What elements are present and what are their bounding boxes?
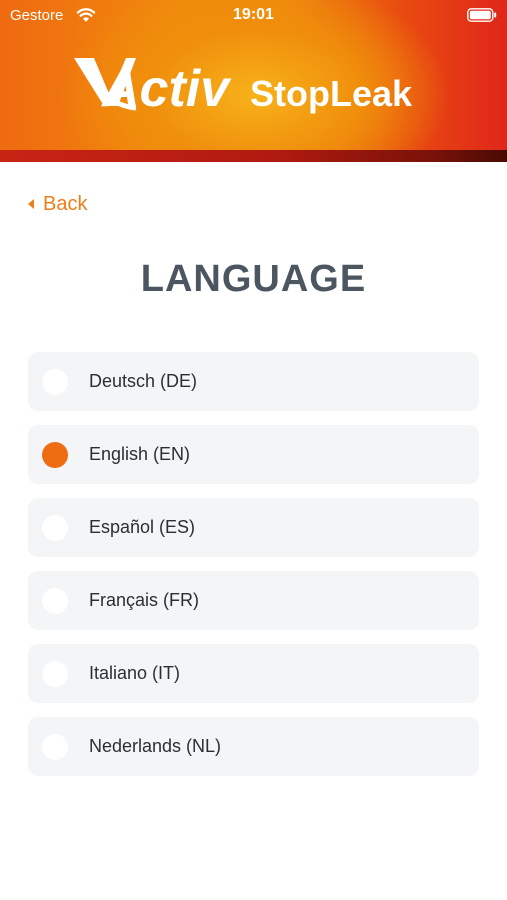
logo-text-activ: Activ bbox=[100, 60, 232, 114]
radio-button-selected[interactable] bbox=[42, 441, 68, 468]
language-option-nl[interactable]: Nederlands (NL) bbox=[28, 717, 479, 776]
logo-text-stopleak: StopLeak bbox=[250, 73, 413, 114]
language-label: English (EN) bbox=[89, 444, 191, 464]
language-label: Deutsch (DE) bbox=[89, 371, 198, 391]
radio-button[interactable] bbox=[42, 368, 68, 395]
language-label: Italiano (IT) bbox=[89, 663, 181, 683]
language-option-de[interactable]: Deutsch (DE) bbox=[28, 352, 479, 411]
page-title: LANGUAGE bbox=[140, 258, 367, 300]
chevron-left-icon bbox=[28, 199, 34, 209]
language-label: Español (ES) bbox=[89, 517, 196, 537]
language-option-it[interactable]: Italiano (IT) bbox=[28, 644, 479, 703]
status-time: 19:01 bbox=[233, 6, 274, 23]
back-label: Back bbox=[43, 192, 88, 215]
language-option-fr[interactable]: Français (FR) bbox=[28, 571, 479, 630]
radio-button[interactable] bbox=[42, 514, 68, 541]
language-label: Français (FR) bbox=[89, 590, 200, 610]
battery-icon bbox=[467, 8, 497, 22]
language-label: Nederlands (NL) bbox=[89, 736, 222, 756]
language-option-es[interactable]: Español (ES) bbox=[28, 498, 479, 557]
language-option-en[interactable]: English (EN) bbox=[28, 425, 479, 484]
language-list: Deutsch (DE) English (EN) Español (ES) F… bbox=[28, 352, 479, 790]
status-bar: Gestore 19:01 bbox=[0, 0, 507, 30]
radio-button[interactable] bbox=[42, 660, 68, 687]
back-button[interactable]: Back bbox=[28, 192, 87, 216]
radio-button[interactable] bbox=[42, 733, 68, 760]
radio-button[interactable] bbox=[42, 587, 68, 614]
activ-stopleak-logo: Activ StopLeak bbox=[74, 58, 413, 114]
header-band bbox=[0, 150, 507, 162]
